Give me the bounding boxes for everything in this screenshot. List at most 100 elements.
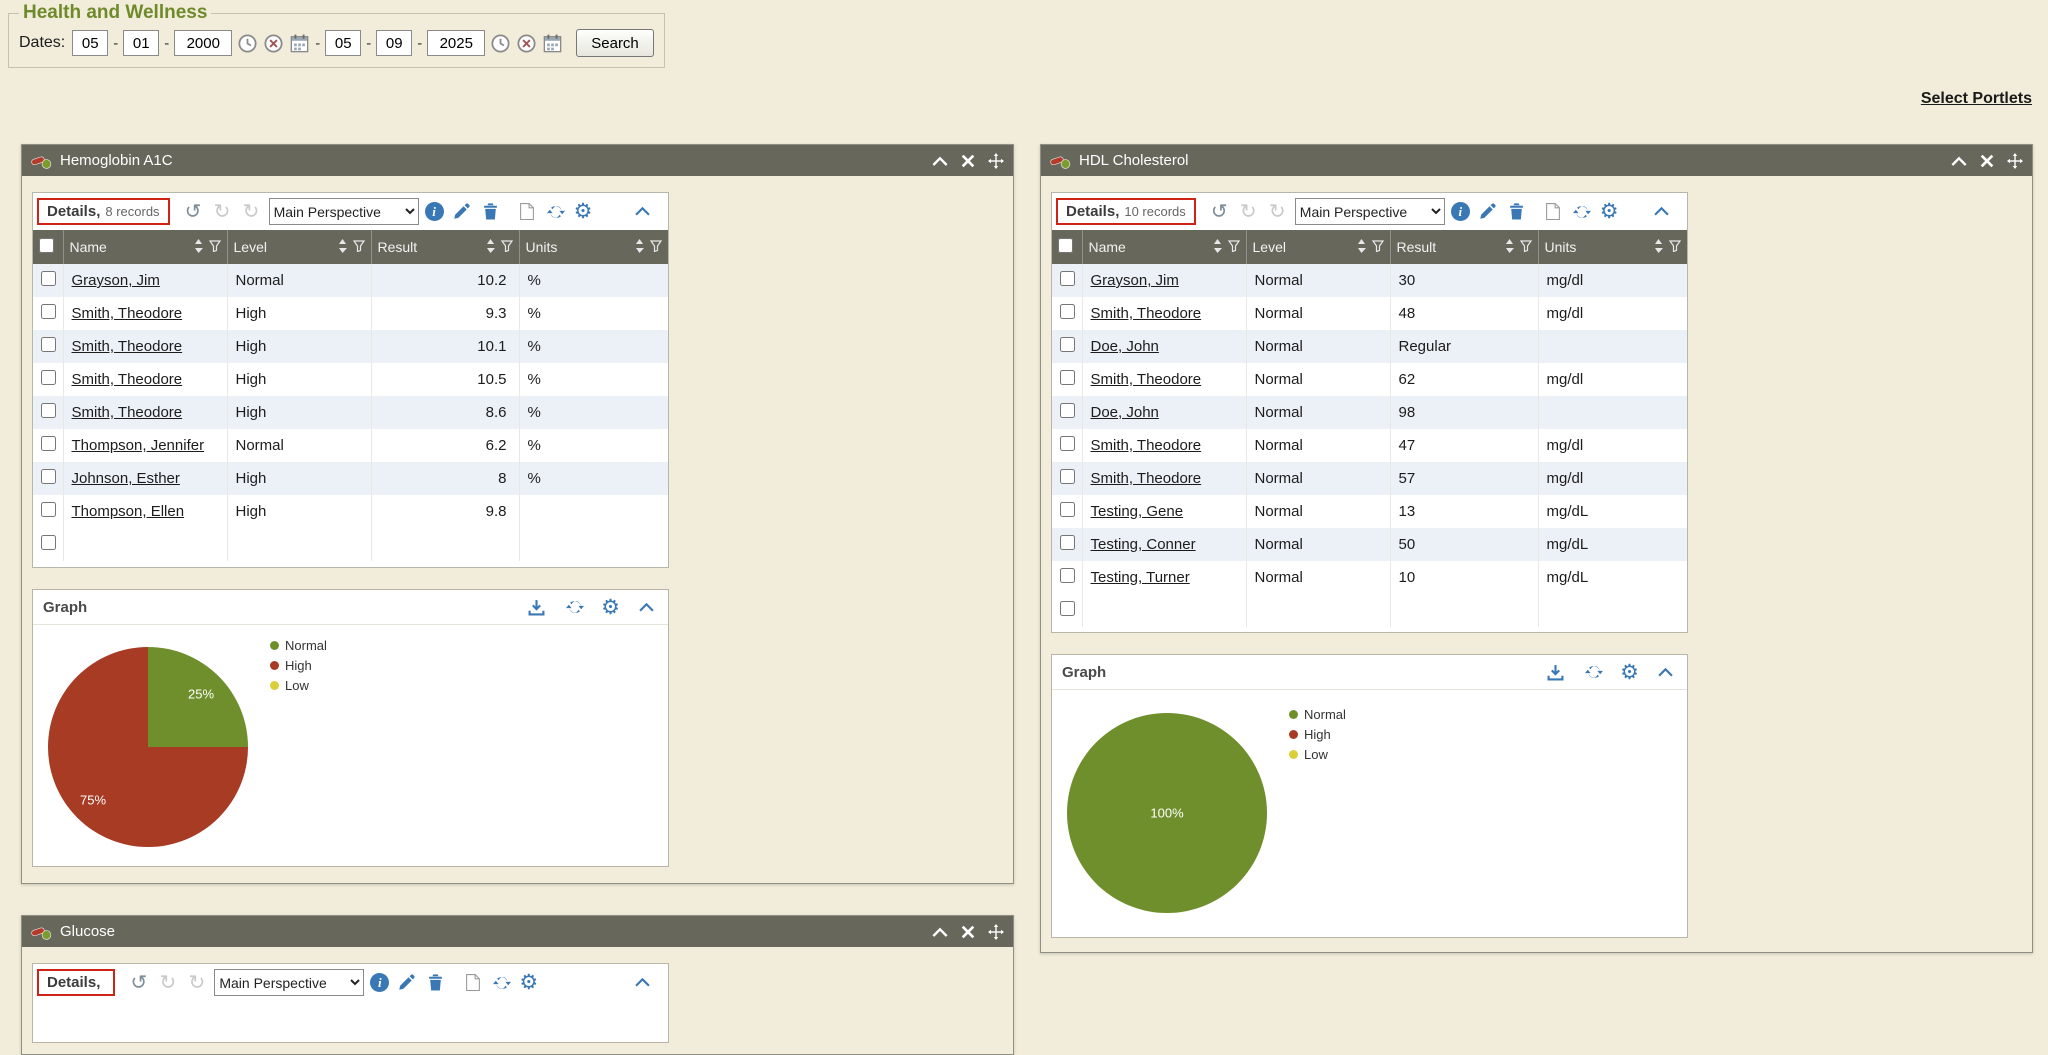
patient-name-link[interactable]: Smith, Theodore	[1091, 470, 1202, 487]
patient-name-link[interactable]: Testing, Conner	[1091, 536, 1196, 553]
patient-name-link[interactable]: Johnson, Esther	[72, 470, 180, 487]
clock-icon[interactable]	[491, 34, 510, 53]
filter-icon[interactable]	[501, 239, 513, 255]
info-icon[interactable]: i	[1451, 202, 1470, 221]
collapse-section-icon[interactable]	[1650, 200, 1673, 223]
filter-icon[interactable]	[209, 239, 221, 255]
to-day-input[interactable]	[376, 30, 412, 56]
row-checkbox[interactable]	[41, 304, 56, 319]
col-header-name[interactable]: Name	[1082, 230, 1246, 264]
delete-icon[interactable]	[424, 971, 447, 994]
sort-icon[interactable]	[1505, 239, 1514, 256]
refresh-icon[interactable]	[545, 200, 568, 223]
row-checkbox[interactable]	[1060, 370, 1075, 385]
col-header-units[interactable]: Units	[1538, 230, 1687, 264]
info-icon[interactable]: i	[425, 202, 444, 221]
patient-name-link[interactable]: Grayson, Jim	[1091, 272, 1179, 289]
redo-icon[interactable]: ↻	[211, 202, 234, 222]
row-checkbox[interactable]	[1060, 568, 1075, 583]
patient-name-link[interactable]: Thompson, Jennifer	[72, 437, 205, 454]
row-checkbox[interactable]	[1060, 502, 1075, 517]
col-header-name[interactable]: Name	[63, 230, 227, 264]
patient-name-link[interactable]: Smith, Theodore	[72, 338, 183, 355]
move-icon[interactable]	[2007, 153, 2023, 169]
row-checkbox[interactable]	[1060, 304, 1075, 319]
row-checkbox[interactable]	[41, 436, 56, 451]
filter-icon[interactable]	[650, 239, 662, 255]
redo-all-icon[interactable]: ↻	[1266, 202, 1289, 222]
row-checkbox[interactable]	[1060, 601, 1075, 616]
refresh-icon[interactable]	[1582, 661, 1605, 684]
collapse-icon[interactable]	[932, 924, 948, 940]
settings-gear-icon[interactable]: ⚙	[574, 201, 593, 222]
row-checkbox[interactable]	[1060, 271, 1075, 286]
sort-icon[interactable]	[635, 239, 644, 256]
col-header-units[interactable]: Units	[519, 230, 668, 264]
document-icon[interactable]	[461, 971, 484, 994]
patient-name-link[interactable]: Smith, Theodore	[72, 305, 183, 322]
download-icon[interactable]	[1544, 661, 1567, 684]
sort-icon[interactable]	[338, 239, 347, 256]
settings-gear-icon[interactable]: ⚙	[519, 972, 538, 993]
refresh-icon[interactable]	[563, 596, 586, 619]
edit-icon[interactable]	[1476, 200, 1499, 223]
close-icon[interactable]	[960, 153, 976, 169]
edit-icon[interactable]	[395, 971, 418, 994]
col-header-result[interactable]: Result	[1390, 230, 1538, 264]
sort-icon[interactable]	[1654, 239, 1663, 256]
patient-name-link[interactable]: Doe, John	[1091, 338, 1159, 355]
close-icon[interactable]	[1979, 153, 1995, 169]
clock-icon[interactable]	[238, 34, 257, 53]
row-checkbox[interactable]	[41, 469, 56, 484]
clear-date-icon[interactable]	[517, 34, 536, 53]
search-button[interactable]: Search	[576, 29, 654, 57]
refresh-icon[interactable]	[1571, 200, 1594, 223]
portlet-header[interactable]: HDL Cholesterol	[1041, 145, 2032, 176]
refresh-icon[interactable]	[490, 971, 513, 994]
redo-all-icon[interactable]: ↻	[185, 973, 208, 993]
info-icon[interactable]: i	[370, 973, 389, 992]
edit-icon[interactable]	[450, 200, 473, 223]
from-month-input[interactable]	[72, 30, 108, 56]
sort-icon[interactable]	[1213, 239, 1222, 256]
filter-icon[interactable]	[1520, 239, 1532, 255]
patient-name-link[interactable]: Testing, Gene	[1091, 503, 1184, 520]
row-checkbox[interactable]	[1060, 436, 1075, 451]
row-checkbox[interactable]	[41, 271, 56, 286]
delete-icon[interactable]	[479, 200, 502, 223]
settings-gear-icon[interactable]: ⚙	[1600, 201, 1619, 222]
redo-all-icon[interactable]: ↻	[240, 202, 263, 222]
collapse-icon[interactable]	[1951, 153, 1967, 169]
col-header-level[interactable]: Level	[1246, 230, 1390, 264]
settings-gear-icon[interactable]: ⚙	[1620, 662, 1639, 683]
row-checkbox[interactable]	[41, 403, 56, 418]
row-checkbox[interactable]	[1060, 337, 1075, 352]
move-icon[interactable]	[988, 153, 1004, 169]
patient-name-link[interactable]: Smith, Theodore	[72, 371, 183, 388]
close-icon[interactable]	[960, 924, 976, 940]
patient-name-link[interactable]: Doe, John	[1091, 404, 1159, 421]
clear-date-icon[interactable]	[264, 34, 283, 53]
undo-icon[interactable]: ↺	[1208, 202, 1231, 222]
sort-icon[interactable]	[194, 239, 203, 256]
select-all-checkbox[interactable]	[1058, 238, 1073, 253]
patient-name-link[interactable]: Grayson, Jim	[72, 272, 160, 289]
perspective-select[interactable]: Main Perspective	[1295, 198, 1445, 225]
document-icon[interactable]	[1542, 200, 1565, 223]
move-icon[interactable]	[988, 924, 1004, 940]
calendar-icon[interactable]	[290, 34, 309, 53]
filter-icon[interactable]	[353, 239, 365, 255]
select-all-checkbox[interactable]	[39, 238, 54, 253]
calendar-icon[interactable]	[543, 34, 562, 53]
collapse-icon[interactable]	[932, 153, 948, 169]
filter-icon[interactable]	[1372, 239, 1384, 255]
row-checkbox[interactable]	[41, 535, 56, 550]
delete-icon[interactable]	[1505, 200, 1528, 223]
from-year-input[interactable]	[174, 30, 232, 56]
row-checkbox[interactable]	[41, 337, 56, 352]
patient-name-link[interactable]: Smith, Theodore	[1091, 437, 1202, 454]
patient-name-link[interactable]: Smith, Theodore	[72, 404, 183, 421]
row-checkbox[interactable]	[41, 370, 56, 385]
from-day-input[interactable]	[123, 30, 159, 56]
filter-icon[interactable]	[1228, 239, 1240, 255]
